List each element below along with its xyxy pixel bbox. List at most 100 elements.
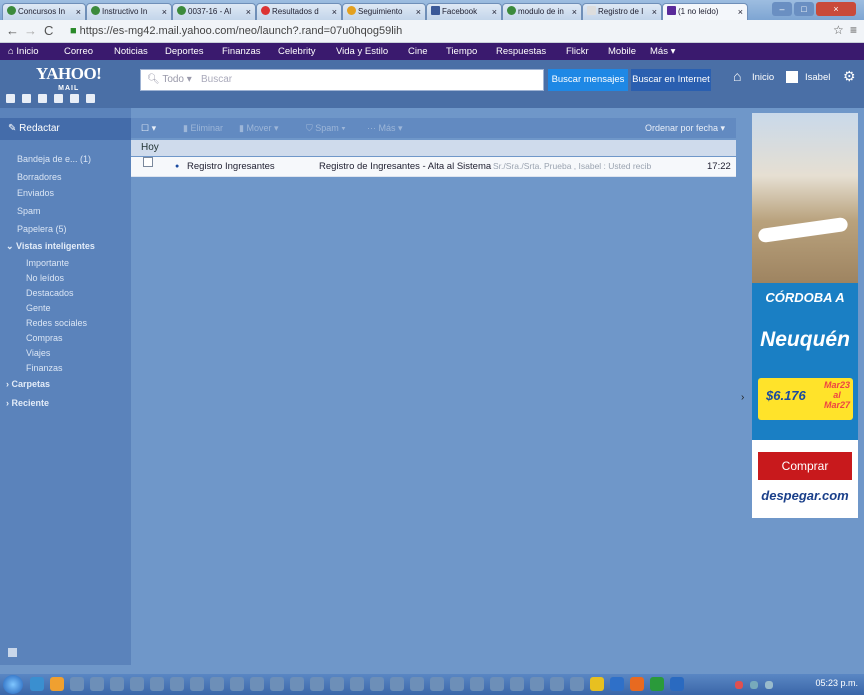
app-icon[interactable] (450, 677, 464, 691)
window-close-button[interactable]: × (816, 2, 856, 16)
app-icon[interactable] (430, 677, 444, 691)
folder-sent[interactable]: Enviados (17, 188, 54, 198)
word-icon[interactable] (670, 677, 684, 691)
spam-button[interactable]: ⛉ Spam ▾ (306, 118, 346, 138)
search-web-button[interactable]: Buscar en Internet (631, 69, 711, 91)
browser-tab[interactable]: Seguimiento × (342, 3, 426, 20)
app-icon[interactable] (370, 677, 384, 691)
browser-tab[interactable]: Instructivo In × (86, 3, 172, 20)
close-icon[interactable]: × (572, 4, 577, 20)
folder-spam[interactable]: Spam (17, 206, 41, 216)
close-icon[interactable]: × (246, 4, 251, 20)
calendar-app-icon[interactable] (38, 94, 47, 103)
chrome-icon[interactable] (610, 677, 624, 691)
app-icon[interactable] (490, 677, 504, 691)
close-icon[interactable]: × (492, 4, 497, 20)
avatar[interactable] (786, 71, 798, 83)
network-icon[interactable] (750, 681, 758, 689)
nav-celebrity[interactable]: Celebrity (278, 43, 316, 60)
mail-app-icon[interactable] (6, 94, 15, 103)
browser-tab[interactable]: Facebook × (426, 3, 502, 20)
browser-tab-active[interactable]: (1 no leído) × (662, 3, 748, 20)
clock[interactable]: 05:23 p.m. (815, 678, 858, 688)
smart-view-finance[interactable]: Finanzas (26, 363, 63, 373)
app-icon[interactable] (170, 677, 184, 691)
browser-tab[interactable]: Registro de I × (582, 3, 662, 20)
smart-view-unread[interactable]: No leídos (26, 273, 64, 283)
app-icon[interactable] (470, 677, 484, 691)
nav-correo[interactable]: Correo (64, 43, 93, 60)
app-icon[interactable] (570, 677, 584, 691)
star-icon[interactable]: ☆ (833, 23, 844, 37)
minimize-button[interactable]: – (772, 2, 792, 16)
yahoo-mail-logo[interactable]: YAHOO! MAIL (36, 65, 102, 96)
app-icon[interactable] (190, 677, 204, 691)
delete-button[interactable]: ▮ Eliminar (183, 118, 223, 138)
app-icon[interactable] (230, 677, 244, 691)
app-icon[interactable] (270, 677, 284, 691)
firefox-icon[interactable] (50, 677, 64, 691)
smart-view-social[interactable]: Redes sociales (26, 318, 87, 328)
app-icon[interactable] (250, 677, 264, 691)
nav-noticias[interactable]: Noticias (114, 43, 148, 60)
contacts-app-icon[interactable] (22, 94, 31, 103)
browser-tab[interactable]: Concursos In × (2, 3, 86, 20)
volume-icon[interactable] (765, 681, 773, 689)
smart-view-shopping[interactable]: Compras (26, 333, 63, 343)
start-button[interactable] (3, 675, 23, 694)
close-icon[interactable]: × (332, 4, 337, 20)
folder-drafts[interactable]: Borradores (17, 172, 62, 182)
close-icon[interactable]: × (76, 4, 81, 20)
chat-icon[interactable] (8, 648, 17, 657)
close-icon[interactable]: × (652, 4, 657, 20)
advertisement[interactable]: CÓRDOBA A Neuquén $6.176 Mar23 al Mar27 … (752, 113, 858, 518)
smart-view-people[interactable]: Gente (26, 303, 51, 313)
smart-view-starred[interactable]: Destacados (26, 288, 74, 298)
nav-respuestas[interactable]: Respuestas (496, 43, 546, 60)
close-icon[interactable]: × (738, 4, 743, 20)
app-icon[interactable] (290, 677, 304, 691)
nav-tiempo[interactable]: Tiempo (446, 43, 477, 60)
app-icon[interactable] (550, 677, 564, 691)
more-button[interactable]: ··· Más ▾ (367, 118, 403, 138)
app-icon[interactable] (110, 677, 124, 691)
nav-mas[interactable]: Más ▾ (650, 43, 675, 60)
folder-icon[interactable] (590, 677, 604, 691)
message-row[interactable]: ● Registro Ingresantes Registro de Ingre… (131, 157, 736, 177)
tray-icon[interactable] (735, 681, 743, 689)
folders-header[interactable]: › Carpetas (6, 379, 50, 389)
ad-buy-button[interactable]: Comprar (758, 452, 852, 480)
notepad-app-icon[interactable] (54, 94, 63, 103)
app-icon[interactable] (390, 677, 404, 691)
home-icon[interactable]: ⌂ (733, 68, 741, 84)
smart-view-important[interactable]: Importante (26, 258, 69, 268)
browser-tab[interactable]: 0037-16 - Al × (172, 3, 256, 20)
browser-tab[interactable]: Resultados d × (256, 3, 342, 20)
search-messages-button[interactable]: Buscar mensajes (548, 69, 628, 91)
ad-collapse-arrow-icon[interactable]: › (741, 392, 744, 403)
app-icon[interactable] (330, 677, 344, 691)
reload-icon[interactable]: C (44, 23, 53, 38)
gear-icon[interactable]: ⚙ (843, 68, 856, 85)
app-icon[interactable] (130, 677, 144, 691)
compose-button[interactable]: ✎ Redactar (0, 118, 131, 140)
app-icon[interactable] (350, 677, 364, 691)
nav-inicio[interactable]: ⌂ Inicio (8, 43, 39, 60)
app-icon[interactable] (410, 677, 424, 691)
search-scope-dropdown[interactable]: 🔍︎ Todo ▾ (147, 70, 192, 90)
firefox-icon[interactable] (630, 677, 644, 691)
browser-tab[interactable]: modulo de in × (502, 3, 582, 20)
back-icon[interactable]: ← (6, 23, 19, 38)
url-field[interactable]: ■ https://es-mg42.mail.yahoo.com/neo/laun… (70, 23, 830, 39)
messenger-app-icon[interactable] (70, 94, 79, 103)
forward-icon[interactable]: → (24, 23, 37, 38)
nav-vida-estilo[interactable]: Vida y Estilo (336, 43, 388, 60)
app-icon[interactable] (90, 677, 104, 691)
select-all-checkbox[interactable]: ☐ ▾ (141, 118, 156, 138)
explorer-icon[interactable] (30, 677, 44, 691)
app-icon[interactable] (510, 677, 524, 691)
mobile-app-icon[interactable] (86, 94, 95, 103)
close-icon[interactable]: × (416, 4, 421, 20)
nav-finanzas[interactable]: Finanzas (222, 43, 261, 60)
app-icon[interactable] (70, 677, 84, 691)
